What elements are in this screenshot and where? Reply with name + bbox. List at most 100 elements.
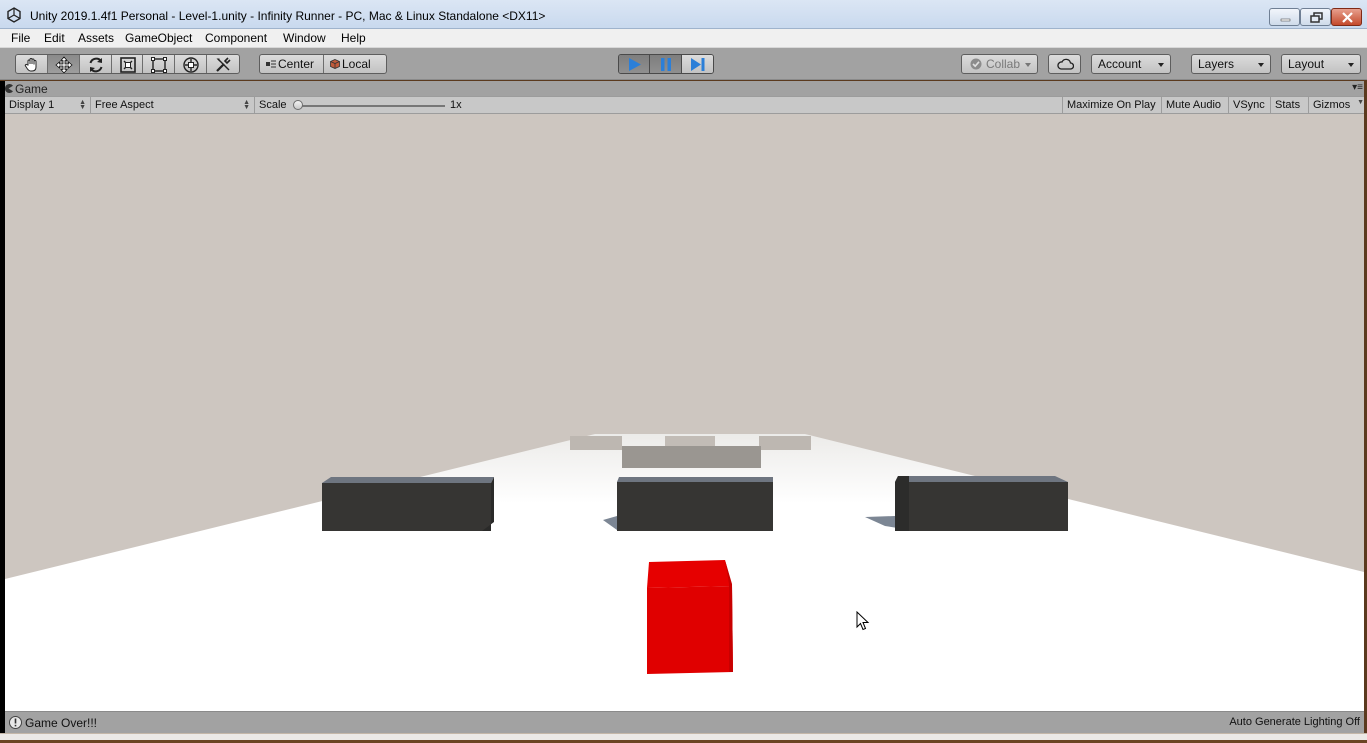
gizmos-dropdown[interactable]: Gizmos ▼ bbox=[1309, 97, 1364, 113]
pause-button[interactable] bbox=[650, 55, 682, 73]
obstacle-middle bbox=[617, 482, 773, 531]
chevron-down-icon bbox=[1158, 63, 1164, 67]
minimize-button[interactable] bbox=[1269, 8, 1300, 26]
title-bar: Unity 2019.1.4f1 Personal - Level-1.unit… bbox=[0, 0, 1367, 29]
player-cube-top bbox=[647, 560, 732, 588]
obstacle-right-side bbox=[895, 476, 909, 531]
player-cube bbox=[647, 586, 733, 674]
game-viewport[interactable] bbox=[5, 114, 1364, 711]
mouse-cursor-icon bbox=[856, 611, 870, 631]
aspect-dropdown[interactable]: Free Aspect ▲ ▼ bbox=[91, 97, 255, 113]
transform-tools bbox=[15, 54, 240, 74]
obstacle-middle-top bbox=[617, 477, 773, 482]
chevron-down-icon bbox=[1258, 63, 1264, 67]
hand-tool-button[interactable] bbox=[16, 55, 48, 73]
move-icon bbox=[55, 56, 73, 73]
pause-icon bbox=[661, 58, 672, 71]
layers-dropdown[interactable]: Layers bbox=[1191, 54, 1271, 74]
layout-dropdown[interactable]: Layout bbox=[1281, 54, 1361, 74]
hand-icon bbox=[24, 58, 37, 72]
unity-editor-window: Unity 2019.1.4f1 Personal - Level-1.unit… bbox=[0, 0, 1367, 743]
obstacle-left-top bbox=[322, 477, 494, 483]
main-toolbar: Center Local Collab Account Layers Layou… bbox=[0, 48, 1367, 80]
distant-obstacle bbox=[759, 436, 811, 450]
scale-tool-button[interactable] bbox=[112, 55, 144, 73]
obstacle-right-top bbox=[895, 476, 1068, 482]
distant-obstacle bbox=[570, 436, 622, 450]
scale-slider-thumb[interactable] bbox=[293, 100, 303, 110]
menu-help[interactable]: Help bbox=[341, 31, 366, 45]
cube-local-icon bbox=[330, 59, 340, 69]
mute-audio-toggle[interactable]: Mute Audio bbox=[1162, 97, 1229, 113]
cloud-icon bbox=[1057, 58, 1074, 70]
maximize-on-play-toggle[interactable]: Maximize On Play bbox=[1062, 97, 1162, 113]
rotate-tool-button[interactable] bbox=[80, 55, 112, 73]
transform-tool-button[interactable] bbox=[175, 55, 208, 73]
display-dropdown[interactable]: Display 1 ▲ ▼ bbox=[5, 97, 91, 113]
taskbar-strip bbox=[0, 733, 1367, 743]
game-scene bbox=[5, 114, 1364, 711]
game-view-toolbar: Display 1 ▲ ▼ Free Aspect ▲ ▼ Scale 1x Max… bbox=[5, 96, 1364, 114]
info-icon bbox=[9, 716, 22, 729]
lighting-status[interactable]: Auto Generate Lighting Off bbox=[1229, 716, 1360, 728]
menu-assets[interactable]: Assets bbox=[78, 31, 114, 45]
minimize-icon bbox=[1280, 18, 1291, 22]
wrench-icon bbox=[216, 57, 231, 72]
menu-edit[interactable]: Edit bbox=[44, 31, 65, 45]
layout-label: Layout bbox=[1288, 57, 1325, 71]
gizmos-label: Gizmos bbox=[1313, 99, 1351, 111]
obstacle-right bbox=[895, 482, 1068, 531]
collab-button[interactable]: Collab bbox=[961, 54, 1038, 74]
transform-icon bbox=[183, 57, 199, 73]
aspect-label: Free Aspect bbox=[95, 99, 154, 111]
scale-slider-track[interactable] bbox=[297, 105, 445, 107]
pivot-center-icon bbox=[266, 60, 276, 68]
menu-window[interactable]: Window bbox=[283, 31, 326, 45]
layers-label: Layers bbox=[1198, 57, 1235, 71]
step-icon bbox=[690, 58, 705, 71]
updown-arrows-icon: ▲ ▼ bbox=[243, 99, 250, 111]
scale-icon bbox=[119, 57, 136, 73]
play-button[interactable] bbox=[619, 55, 651, 73]
pivot-center-label: Center bbox=[278, 57, 315, 71]
vsync-toggle[interactable]: VSync bbox=[1229, 97, 1271, 113]
step-button[interactable] bbox=[681, 55, 713, 73]
updown-arrows-icon: ▲ ▼ bbox=[79, 99, 86, 111]
move-tool-button[interactable] bbox=[47, 55, 80, 73]
pacman-game-icon bbox=[4, 84, 13, 93]
rect-tool-button[interactable] bbox=[143, 55, 176, 73]
close-button[interactable] bbox=[1331, 8, 1362, 26]
pivot-toggles: Center Local bbox=[259, 54, 387, 74]
chevron-down-icon: ▼ bbox=[1357, 99, 1364, 106]
pivot-local-button[interactable]: Local bbox=[324, 55, 386, 73]
restore-icon bbox=[1310, 12, 1323, 23]
account-label: Account bbox=[1098, 57, 1142, 71]
unity-logo-icon bbox=[7, 7, 21, 23]
game-tab-label: Game bbox=[15, 82, 48, 96]
collab-label: Collab bbox=[986, 57, 1021, 71]
scale-value: 1x bbox=[450, 99, 462, 111]
tab-menu-icon[interactable]: ▾≡ bbox=[1352, 82, 1363, 93]
distant-obstacle bbox=[622, 446, 761, 468]
cloud-button[interactable] bbox=[1048, 54, 1081, 74]
status-bar: Game Over!!! Auto Generate Lighting Off bbox=[5, 711, 1364, 733]
stats-toggle[interactable]: Stats bbox=[1271, 97, 1309, 113]
pivot-center-button[interactable]: Center bbox=[260, 55, 324, 73]
rect-icon bbox=[151, 57, 168, 73]
menu-component[interactable]: Component bbox=[205, 31, 267, 45]
close-icon bbox=[1342, 12, 1353, 23]
game-tab[interactable]: Game ▾≡ bbox=[0, 81, 1367, 96]
check-circle-icon bbox=[970, 58, 982, 70]
chevron-down-icon bbox=[1025, 63, 1031, 67]
status-message[interactable]: Game Over!!! bbox=[25, 716, 97, 730]
chevron-down-icon bbox=[1348, 63, 1354, 67]
custom-tool-button[interactable] bbox=[207, 55, 239, 73]
window-title: Unity 2019.1.4f1 Personal - Level-1.unit… bbox=[30, 9, 546, 23]
display-label: Display 1 bbox=[9, 99, 55, 111]
menu-file[interactable]: File bbox=[11, 31, 30, 45]
account-dropdown[interactable]: Account bbox=[1091, 54, 1171, 74]
restore-button[interactable] bbox=[1300, 8, 1331, 26]
playback-controls bbox=[618, 54, 714, 74]
scale-label: Scale bbox=[259, 99, 287, 111]
menu-gameobject[interactable]: GameObject bbox=[125, 31, 192, 45]
